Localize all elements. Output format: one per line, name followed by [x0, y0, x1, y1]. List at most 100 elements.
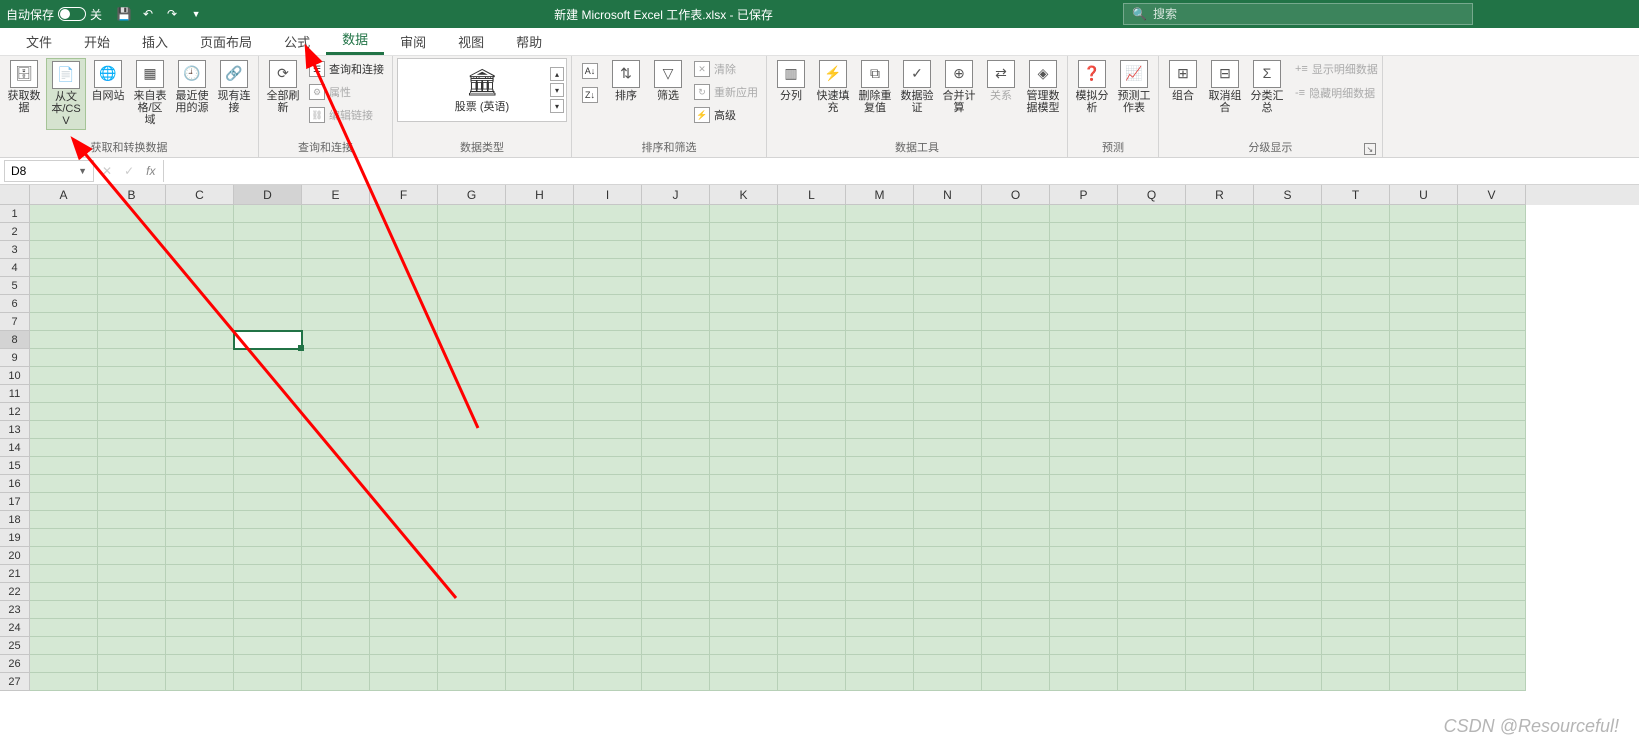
cell[interactable] — [1050, 331, 1118, 349]
cell[interactable] — [1390, 313, 1458, 331]
cell[interactable] — [506, 421, 574, 439]
save-icon[interactable]: 💾 — [116, 6, 132, 22]
cell[interactable] — [1390, 349, 1458, 367]
cell[interactable] — [506, 259, 574, 277]
cell[interactable] — [302, 619, 370, 637]
cell[interactable] — [778, 565, 846, 583]
nav-more-icon[interactable]: ▾ — [550, 99, 564, 113]
cell[interactable] — [166, 223, 234, 241]
cell[interactable] — [914, 421, 982, 439]
data-validation-button[interactable]: ✓数据验证 — [897, 58, 937, 116]
cell[interactable] — [846, 223, 914, 241]
cell[interactable] — [710, 619, 778, 637]
row-header[interactable]: 27 — [0, 673, 30, 691]
nav-down-icon[interactable]: ▾ — [550, 83, 564, 97]
refresh-all-button[interactable]: ⟳全部刷新 — [263, 58, 303, 116]
cell[interactable] — [914, 313, 982, 331]
row-header[interactable]: 7 — [0, 313, 30, 331]
cell[interactable] — [574, 367, 642, 385]
cell[interactable] — [642, 673, 710, 691]
cell[interactable] — [710, 277, 778, 295]
cell[interactable] — [642, 313, 710, 331]
cell[interactable] — [1458, 259, 1526, 277]
stocks-data-type-button[interactable]: 🏛 股票 (英语) ▴▾▾ — [397, 58, 567, 122]
cell[interactable] — [1254, 421, 1322, 439]
cell[interactable] — [438, 313, 506, 331]
cell[interactable] — [370, 349, 438, 367]
cell[interactable] — [642, 565, 710, 583]
cell[interactable] — [914, 385, 982, 403]
cell[interactable] — [302, 385, 370, 403]
tab-help[interactable]: 帮助 — [500, 28, 558, 55]
cell[interactable] — [234, 403, 302, 421]
cell[interactable] — [710, 385, 778, 403]
cell[interactable] — [370, 439, 438, 457]
cell[interactable] — [234, 367, 302, 385]
cell[interactable] — [302, 331, 370, 349]
cell[interactable] — [914, 439, 982, 457]
cell[interactable] — [1186, 601, 1254, 619]
cell[interactable] — [982, 313, 1050, 331]
consolidate-button[interactable]: ⊕合并计算 — [939, 58, 979, 116]
cell[interactable] — [846, 367, 914, 385]
cell[interactable] — [1322, 349, 1390, 367]
cell[interactable] — [438, 547, 506, 565]
cell[interactable] — [982, 529, 1050, 547]
cell[interactable] — [506, 619, 574, 637]
cell[interactable] — [1458, 673, 1526, 691]
cell[interactable] — [710, 601, 778, 619]
cell[interactable] — [574, 439, 642, 457]
cell[interactable] — [1118, 313, 1186, 331]
cell[interactable] — [1186, 367, 1254, 385]
cell[interactable] — [166, 511, 234, 529]
cell[interactable] — [370, 421, 438, 439]
cell[interactable] — [302, 673, 370, 691]
cell[interactable] — [778, 583, 846, 601]
cell[interactable] — [778, 403, 846, 421]
cell[interactable] — [1390, 583, 1458, 601]
cell[interactable] — [710, 367, 778, 385]
cell[interactable] — [574, 601, 642, 619]
cell[interactable] — [914, 295, 982, 313]
row-header[interactable]: 22 — [0, 583, 30, 601]
cell[interactable] — [1254, 565, 1322, 583]
cell[interactable] — [1254, 403, 1322, 421]
cell[interactable] — [30, 583, 98, 601]
cell[interactable] — [370, 313, 438, 331]
cell[interactable] — [710, 493, 778, 511]
cell[interactable] — [370, 403, 438, 421]
cell[interactable] — [1050, 565, 1118, 583]
cell[interactable] — [642, 475, 710, 493]
cell[interactable] — [1322, 673, 1390, 691]
cell[interactable] — [506, 295, 574, 313]
tab-insert[interactable]: 插入 — [126, 28, 184, 55]
cell[interactable] — [1118, 637, 1186, 655]
cell[interactable] — [1458, 367, 1526, 385]
cell[interactable] — [1322, 439, 1390, 457]
relationships-button[interactable]: ⇄关系 — [981, 58, 1021, 104]
cell[interactable] — [778, 241, 846, 259]
cell[interactable] — [506, 439, 574, 457]
cell[interactable] — [1458, 529, 1526, 547]
cell[interactable] — [778, 619, 846, 637]
cell[interactable] — [1050, 673, 1118, 691]
column-header[interactable]: G — [438, 185, 506, 205]
cell[interactable] — [506, 223, 574, 241]
cell[interactable] — [574, 493, 642, 511]
sort-button[interactable]: ⇅排序 — [606, 58, 646, 104]
cell[interactable] — [438, 241, 506, 259]
cell[interactable] — [1186, 403, 1254, 421]
cell[interactable] — [1458, 619, 1526, 637]
group-button[interactable]: ⊞组合 — [1163, 58, 1203, 104]
cell[interactable] — [914, 511, 982, 529]
cell[interactable] — [234, 385, 302, 403]
cell[interactable] — [1118, 277, 1186, 295]
cell[interactable] — [1254, 295, 1322, 313]
cell[interactable] — [98, 655, 166, 673]
cell[interactable] — [1254, 313, 1322, 331]
show-detail-button[interactable]: +≡ 显示明细数据 — [1295, 58, 1378, 80]
cell[interactable] — [1390, 601, 1458, 619]
cell[interactable] — [778, 205, 846, 223]
cell[interactable] — [1050, 241, 1118, 259]
cell[interactable] — [642, 367, 710, 385]
